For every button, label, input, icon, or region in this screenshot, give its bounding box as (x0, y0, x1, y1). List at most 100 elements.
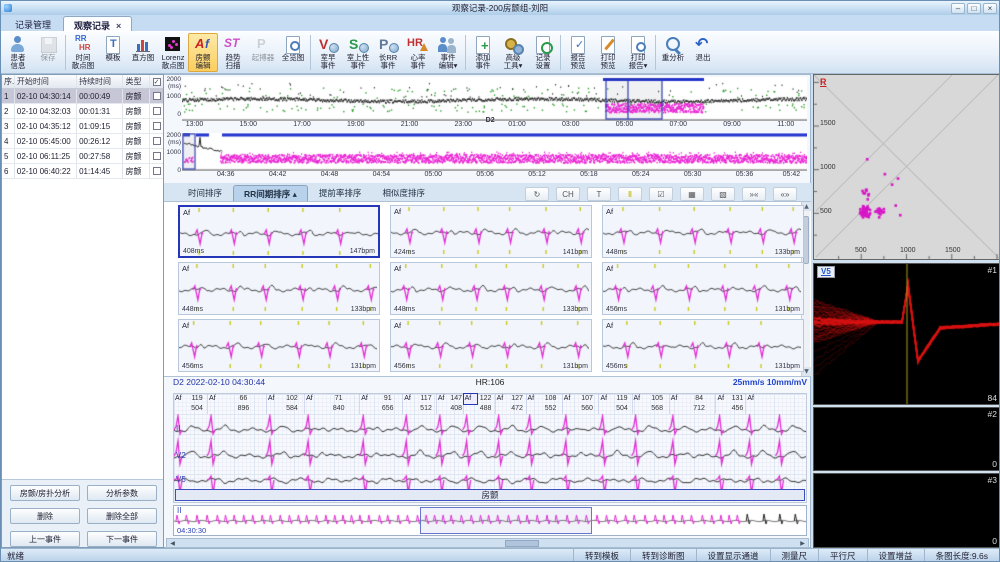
status-button[interactable]: 平行尺 (818, 549, 867, 562)
action-button[interactable]: 下一事件 (87, 531, 157, 547)
report-preview-button[interactable]: 报告预览 (563, 33, 593, 72)
beat-annotation[interactable]: Af127472 (495, 394, 526, 414)
column-header[interactable]: 类型 (123, 75, 150, 88)
sort-tab[interactable]: 提前率排序 (309, 185, 372, 201)
adv-tools-button[interactable]: 高级工具▾ (498, 33, 528, 72)
action-button[interactable]: 分析参数 (87, 485, 157, 501)
af-strip-cell[interactable]: Af456ms131bpm (178, 319, 380, 372)
beat-annotation[interactable]: Af119504 (174, 394, 207, 414)
beat-annotation[interactable]: Af108552 (526, 394, 562, 414)
action-button[interactable]: 房颤/房扑分析 (10, 485, 80, 501)
lorenz-button[interactable]: Lorenz散点图 (158, 33, 188, 72)
interval-marks-icon[interactable]: ‖ (618, 187, 642, 201)
column-header[interactable]: 开始时间 (15, 75, 77, 88)
beat-annotation[interactable]: Af71840 (304, 394, 359, 414)
patient-button[interactable]: 患者信息 (3, 33, 33, 72)
channel-icon[interactable]: CH (556, 187, 580, 201)
status-button[interactable]: 设置增益 (867, 549, 924, 562)
column-header[interactable]: 序.. (2, 75, 15, 88)
scroll-right-icon[interactable]: ▶ (798, 539, 807, 548)
grid-view-icon[interactable]: ▦ (680, 187, 704, 201)
af-strip-cell[interactable]: Af424ms141bpm (390, 205, 592, 258)
ecg-paper[interactable]: Af119504Af66896Af102584Af71840Af91656Af1… (173, 393, 807, 503)
trend-scan-button[interactable]: 趋势扫描 (218, 33, 248, 72)
beat-annotation[interactable]: Af (745, 394, 806, 414)
beat-annotation[interactable]: Af117512 (402, 394, 436, 414)
reanalyze-button[interactable]: 重分析 (658, 33, 688, 72)
action-button[interactable]: 删除 (10, 508, 80, 524)
beat-type-label[interactable]: Af (670, 394, 683, 404)
caliper-icon[interactable]: T (587, 187, 611, 201)
af-strip-cell[interactable]: Af456ms131bpm (602, 319, 804, 372)
horizontal-scrollbar-thumb[interactable] (505, 540, 539, 547)
event-edit-button[interactable]: 事件编辑▾ (433, 33, 463, 72)
select-events-icon[interactable]: ☑ (649, 187, 673, 201)
ecg-scale[interactable]: 25mm/s 10mm/mV (733, 377, 807, 387)
beat-annotation[interactable]: Af122488 (463, 394, 495, 414)
row-checkbox[interactable] (153, 122, 161, 130)
collapse-icon[interactable]: »« (742, 187, 766, 201)
status-button[interactable]: 设置显示通道 (696, 549, 770, 562)
add-event-button[interactable]: 添加事件 (468, 33, 498, 72)
table-row[interactable]: 402-10 05:45:0000:26:12房颤 (2, 134, 163, 149)
status-button[interactable]: 转到模板 (573, 549, 630, 562)
print-preview-button[interactable]: 打印预览 (593, 33, 623, 72)
action-button[interactable]: 删除全部 (87, 508, 157, 524)
table-row[interactable]: 602-10 06:40:2201:14:45房颤 (2, 164, 163, 179)
lorenz-plot[interactable]: R 1500100050050010001500 (813, 74, 1000, 260)
beat-type-label[interactable]: Af (360, 394, 373, 404)
beat-type-label[interactable]: Af (633, 394, 646, 404)
column-header[interactable]: 持续时间 (77, 75, 123, 88)
template-panel-2[interactable]: #2 0 (813, 407, 1000, 471)
restore-button[interactable]: □ (967, 3, 981, 14)
row-checkbox[interactable] (153, 167, 161, 175)
hr-event-button[interactable]: 心率事件 (403, 33, 433, 72)
beat-annotation[interactable]: Af84712 (669, 394, 716, 414)
row-checkbox[interactable] (153, 107, 161, 115)
af-strip-cell[interactable]: Af448ms133bpm (178, 262, 380, 315)
beat-annotation[interactable]: Af105568 (632, 394, 669, 414)
action-button[interactable]: 上一事件 (10, 531, 80, 547)
af-edit-button[interactable]: 房颤编辑 (188, 33, 218, 72)
trend2-canvas[interactable] (182, 133, 807, 171)
beat-type-label[interactable]: Af (208, 394, 221, 404)
beat-annotation[interactable]: Af119504 (598, 394, 631, 414)
row-checkbox[interactable] (153, 152, 161, 160)
beat-type-label[interactable]: Af (403, 394, 416, 404)
af-strip-cell[interactable]: Af456ms131bpm (390, 319, 592, 372)
trend1-canvas[interactable] (182, 77, 807, 121)
scroll-left-icon[interactable]: ◀ (168, 539, 177, 548)
sort-tab[interactable]: RR间期排序 ▴ (233, 185, 308, 201)
overview-selection[interactable] (420, 507, 592, 534)
beat-annotation[interactable]: Af91656 (359, 394, 402, 414)
ecg-traces-canvas[interactable] (174, 414, 806, 490)
table-row[interactable]: 102-10 04:30:1400:00:49房颤 (2, 89, 163, 104)
status-button[interactable]: 条图长度:9.6s (924, 549, 999, 562)
horizontal-scrollbar[interactable]: ◀ ▶ (166, 538, 809, 548)
sort-tab[interactable]: 相似度排序 (372, 185, 435, 201)
beat-type-label[interactable]: Af (464, 394, 477, 404)
tab-observe-record[interactable]: 观察记录× (63, 16, 132, 31)
status-button[interactable]: 测量尺 (770, 549, 819, 562)
beat-type-label[interactable]: Af (746, 394, 759, 414)
beat-annotation[interactable]: Af131456 (715, 394, 745, 414)
row-checkbox[interactable] (153, 137, 161, 145)
beat-annotation[interactable]: Af102584 (266, 394, 304, 414)
beat-type-label[interactable]: Af (716, 394, 729, 404)
beat-annotation[interactable]: Af66896 (207, 394, 266, 414)
histogram-button[interactable]: 直方图 (128, 33, 158, 72)
table-row[interactable]: 302-10 04:35:1201:09:15房颤 (2, 119, 163, 134)
beat-annotation[interactable]: Af147408 (436, 394, 463, 414)
s-event-button[interactable]: 室上性事件 (343, 33, 373, 72)
beat-type-label[interactable]: Af (305, 394, 318, 404)
tab-close-icon[interactable]: × (116, 21, 121, 31)
close-button[interactable]: × (983, 3, 997, 14)
exit-button[interactable]: 退出 (688, 33, 718, 72)
template-panel-1[interactable]: V5 #1 84 (813, 263, 1000, 405)
template-button[interactable]: 模板 (98, 33, 128, 72)
table-row[interactable]: 202-10 04:32:0300:01:31房颤 (2, 104, 163, 119)
expand-icon[interactable]: «» (773, 187, 797, 201)
refresh-icon[interactable]: ↻ (525, 187, 549, 201)
beat-type-label[interactable]: Af (267, 394, 280, 404)
beat-type-label[interactable]: Af (437, 394, 450, 404)
